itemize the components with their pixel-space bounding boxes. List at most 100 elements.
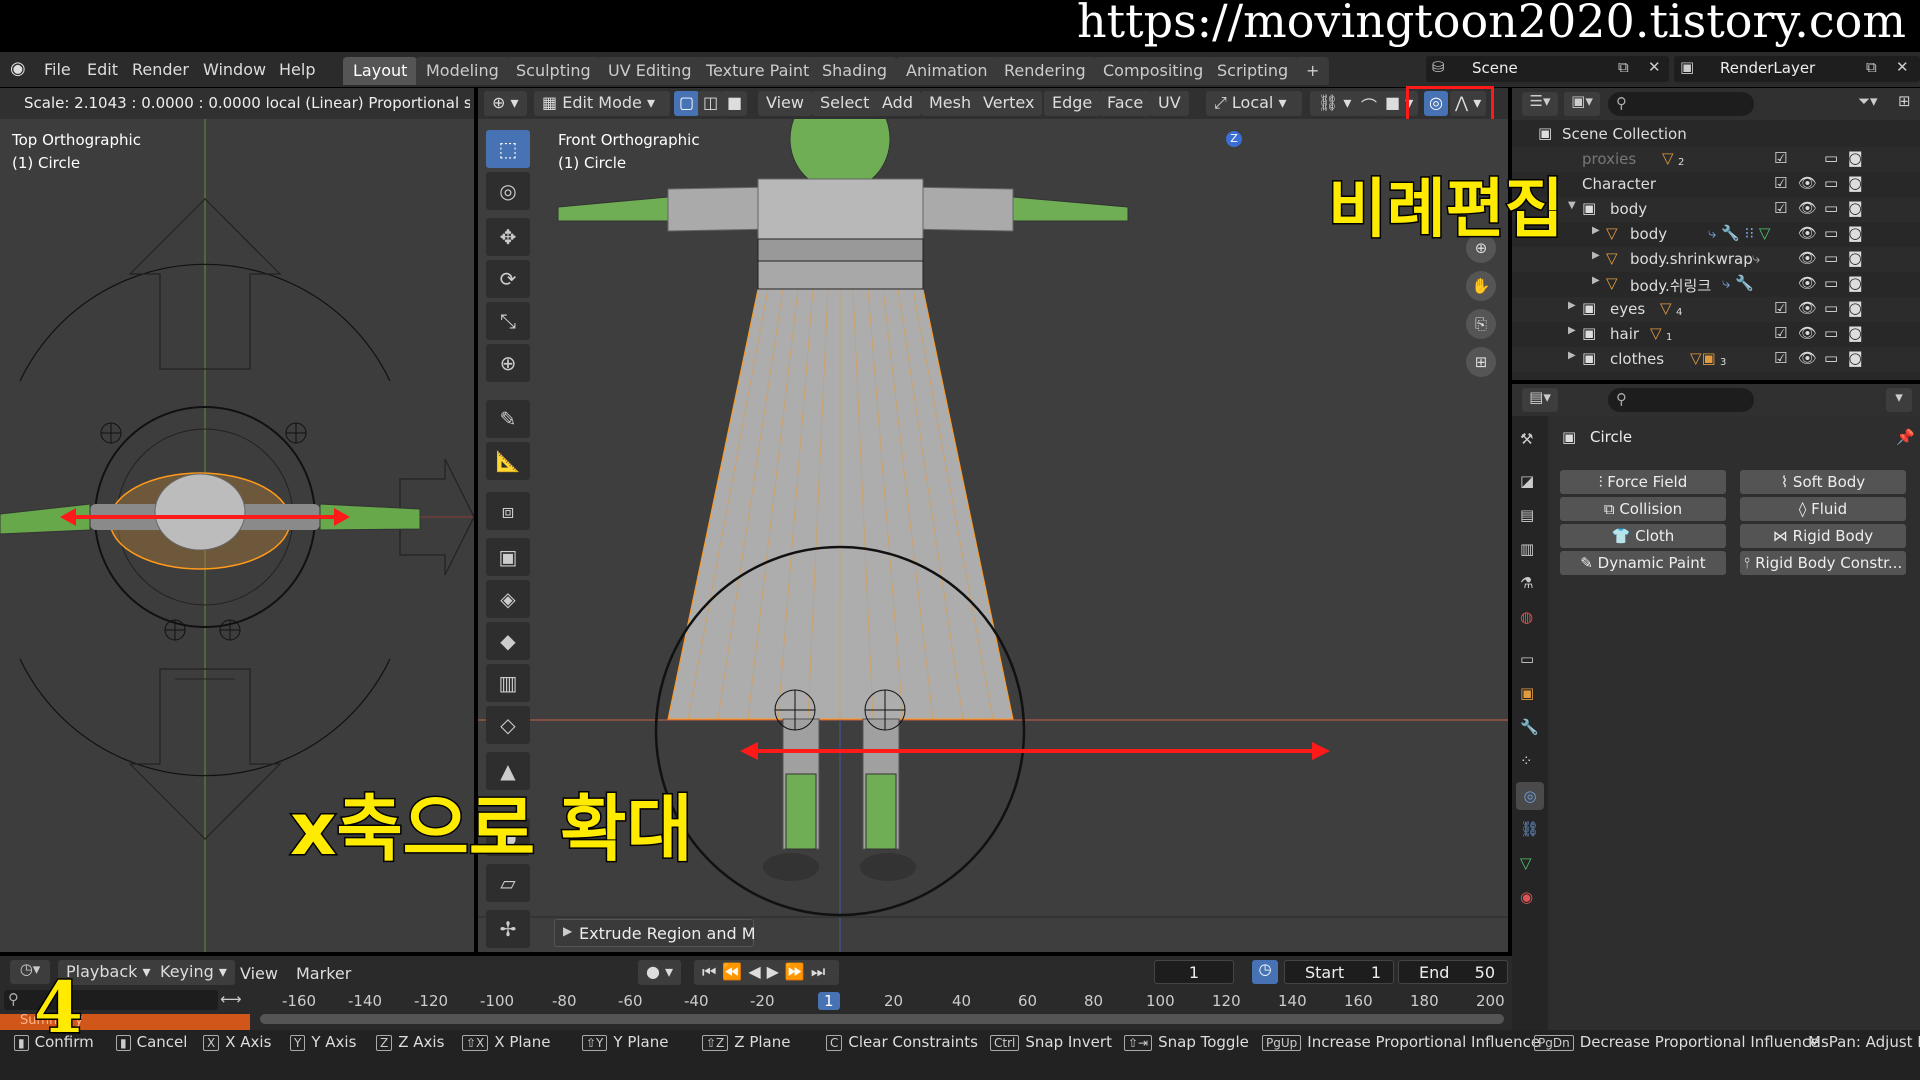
checkbox-icon[interactable]: ☑ (1774, 174, 1787, 192)
menu-uv[interactable]: UV (1150, 91, 1189, 116)
checkbox-icon[interactable]: ☑ (1774, 349, 1787, 367)
tab-compositing[interactable]: Compositing (1093, 57, 1214, 85)
render-tab-icon[interactable]: ◪ (1520, 472, 1534, 490)
pivot-dropdown[interactable]: ⛓ ▾ (1310, 91, 1360, 116)
eye-icon[interactable]: 👁 (1798, 199, 1817, 217)
camera-render-icon[interactable]: ◙ (1848, 249, 1863, 267)
move-tool[interactable]: ✥ (486, 218, 530, 256)
monitor-icon[interactable]: ▭ (1824, 249, 1838, 267)
record-button[interactable]: ● ▾ (638, 960, 682, 985)
camera-render-icon[interactable]: ◙ (1848, 149, 1863, 167)
checkbox-icon[interactable]: ☑ (1774, 299, 1787, 317)
checkbox-icon[interactable]: ☑ (1774, 324, 1787, 342)
checkbox-icon[interactable]: ☑ (1774, 199, 1787, 217)
rip-tool[interactable]: ✢ (486, 910, 530, 948)
delete-scene-icon[interactable]: ✕ (1648, 58, 1661, 76)
eye-icon[interactable]: 👁 (1798, 274, 1817, 292)
new-collection-icon[interactable]: ⊞ (1898, 92, 1911, 110)
add-workspace-button[interactable]: + (1296, 57, 1330, 85)
chevron-right-icon[interactable]: ▶ (1568, 300, 1576, 311)
filter-icon[interactable]: ⏷▾ (1858, 92, 1878, 110)
pan-hand-icon[interactable]: ✋ (1466, 271, 1496, 301)
outliner-row-body-shrinkwrap[interactable]: ▶ ▽ body.shrinkwrap ⤷ 👁 ▭ ◙ (1512, 247, 1920, 272)
eye-icon[interactable]: 👁 (1798, 299, 1817, 317)
tab-texture-paint[interactable]: Texture Paint (696, 57, 820, 85)
properties-search-input[interactable]: ⚲ (1608, 388, 1754, 412)
menu-mesh[interactable]: Mesh (921, 91, 980, 116)
outliner-row-body-shrink-kr[interactable]: ▶ ▽ body.쉬링크 ⤷ 🔧 👁 ▭ ◙ (1512, 272, 1920, 297)
force-field-button[interactable]: ⫶ Force Field (1560, 470, 1726, 494)
eye-icon[interactable]: 👁 (1798, 249, 1817, 267)
editor-type-button[interactable]: ⊕ ▾ (484, 91, 527, 116)
outliner-editor-type-button[interactable]: ☰▾ (1522, 92, 1558, 116)
collection-tab-icon[interactable]: ▭ (1520, 650, 1534, 668)
tab-layout[interactable]: Layout (343, 57, 418, 85)
keying-menu[interactable]: Keying ▾ (152, 960, 235, 985)
outliner-row-eyes[interactable]: ▶ ▣ eyes ▽ 4 ☑ 👁 ▭ ◙ (1512, 297, 1920, 322)
properties-editor-type-button[interactable]: ▤▾ (1522, 388, 1558, 412)
dynamic-paint-button[interactable]: ✎ Dynamic Paint (1560, 551, 1726, 575)
checkbox-icon[interactable]: ☑ (1774, 149, 1787, 167)
chevron-right-icon[interactable]: ▶ (1568, 325, 1576, 336)
timeline-marker-menu[interactable]: Marker (296, 964, 351, 983)
menu-render[interactable]: Render (132, 60, 189, 79)
tab-sculpting[interactable]: Sculpting (506, 57, 601, 85)
tool-tab-icon[interactable]: ⚒ (1520, 430, 1533, 448)
timeline-view-menu[interactable]: View (240, 964, 278, 983)
tab-rendering[interactable]: Rendering (994, 57, 1096, 85)
camera-render-icon[interactable]: ◙ (1848, 224, 1863, 242)
output-tab-icon[interactable]: ▤ (1520, 506, 1534, 524)
physics-tab-icon[interactable]: ◎ (1516, 782, 1544, 810)
eye-icon[interactable]: 👁 (1798, 324, 1817, 342)
outliner-row-scene-collection[interactable]: ▣ Scene Collection (1512, 122, 1920, 147)
menu-vertex[interactable]: Vertex (975, 91, 1043, 116)
outliner-row-hair[interactable]: ▶ ▣ hair ▽ 1 ☑ 👁 ▭ ◙ (1512, 322, 1920, 347)
tab-animation[interactable]: Animation (896, 57, 998, 85)
outliner-search-input[interactable]: ⚲ (1608, 92, 1754, 116)
display-mode-button[interactable]: ▣▾ (1564, 92, 1600, 116)
tab-uv-editing[interactable]: UV Editing (598, 57, 702, 85)
current-frame-marker[interactable]: 1 (818, 992, 840, 1010)
outliner-row-character[interactable]: Character ☑ 👁 ▭ ◙ (1512, 172, 1920, 197)
menu-edge[interactable]: Edge (1044, 91, 1101, 116)
monitor-icon[interactable]: ▭ (1824, 224, 1838, 242)
orientation-dropdown[interactable]: ⤢ Local ▾ (1206, 91, 1302, 116)
copy-layer-icon[interactable]: ⧉ (1866, 58, 1877, 76)
cloth-button[interactable]: 👕 Cloth (1560, 524, 1726, 548)
eye-icon[interactable]: 👁 (1798, 224, 1817, 242)
playback-controls[interactable]: ⏮⏪◀▶⏩⏭ (694, 960, 840, 985)
camera-render-icon[interactable]: ◙ (1848, 274, 1863, 292)
monitor-icon[interactable]: ▭ (1824, 349, 1838, 367)
current-frame-field[interactable]: 1 (1154, 960, 1234, 984)
monitor-icon[interactable]: ▭ (1824, 299, 1838, 317)
end-frame-field[interactable]: End 50 (1398, 960, 1508, 984)
face-select-mode-button[interactable]: ■ (722, 91, 748, 116)
chevron-right-icon[interactable]: ▶ (1568, 350, 1576, 361)
outliner-row-body-collection[interactable]: ▼ ▣ body ☑ 👁 ▭ ◙ (1512, 197, 1920, 222)
chevron-down-icon[interactable]: ▼ (1568, 200, 1576, 211)
outliner-row-clothes[interactable]: ▶ ▣ clothes ▽▣ 3 ☑ 👁 ▭ ◙ (1512, 347, 1920, 372)
menu-face[interactable]: Face (1099, 91, 1152, 116)
menu-file[interactable]: File (44, 60, 71, 79)
select-box-tool[interactable]: ⬚ (486, 130, 530, 168)
extrude-tool[interactable]: ▣ (486, 538, 530, 576)
rigid-body-button[interactable]: ⋈ Rigid Body (1740, 524, 1906, 548)
blender-logo-icon[interactable]: ◉ (10, 58, 26, 79)
transform-tool[interactable]: ⊕ (486, 344, 530, 382)
bevel-tool[interactable]: ◆ (486, 622, 530, 660)
swap-icon[interactable]: ⟷ (220, 990, 242, 1008)
timeline-scrollbar[interactable] (260, 1014, 1504, 1024)
material-tab-icon[interactable]: ◉ (1520, 888, 1533, 906)
tab-shading[interactable]: Shading (812, 57, 897, 85)
annotate-tool[interactable]: ✎ (486, 400, 530, 438)
edge-select-mode-button[interactable]: ◫ (698, 91, 724, 116)
axis-z-badge[interactable]: Z (1226, 131, 1242, 147)
measure-tool[interactable]: 📐 (486, 442, 530, 480)
outliner-row-body-mesh[interactable]: ▶ ▽ body ⤷ 🔧 ⁝⁝ ▽ 👁 ▭ ◙ (1512, 222, 1920, 247)
object-tab-icon[interactable]: ▣ (1520, 684, 1534, 702)
modifier-tab-icon[interactable]: 🔧 (1520, 718, 1539, 736)
soft-body-button[interactable]: ⌇ Soft Body (1740, 470, 1906, 494)
collision-button[interactable]: ⧉ Collision (1560, 497, 1726, 521)
menu-help[interactable]: Help (279, 60, 315, 79)
chevron-right-icon[interactable]: ▶ (1592, 275, 1600, 286)
